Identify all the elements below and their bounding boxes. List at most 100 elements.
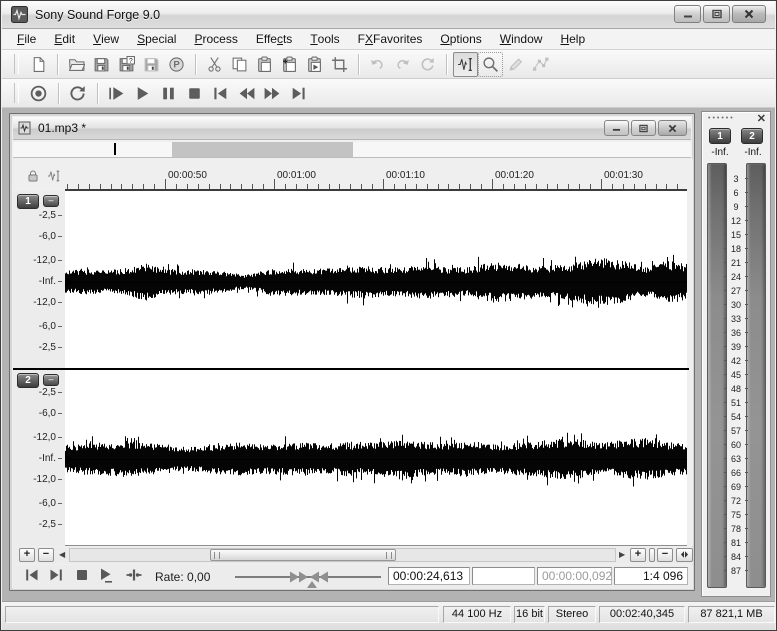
vertical-zoom-in-button[interactable]: + [19,548,35,562]
repeat-button[interactable] [415,52,440,77]
channel-2-button[interactable]: 2 [17,373,39,388]
save-as-button[interactable]: ? [114,52,139,77]
repeat-icon [419,56,436,73]
trim-crop-button[interactable] [327,52,352,77]
meters-grip-icon[interactable]: •••••• [708,115,735,122]
meter-scale-value: 30 [727,301,745,309]
publish-button[interactable]: P [164,52,189,77]
save-button[interactable] [89,52,114,77]
new-file-button[interactable] [26,52,51,77]
waveform-channel-1[interactable] [66,255,687,308]
document-title: 01.mp3 * [38,121,86,135]
maximize-button[interactable] [703,5,730,23]
overview-bar[interactable] [13,142,691,158]
meters-close-icon[interactable]: ✕ [757,112,766,126]
time-ruler[interactable]: 00:00:5000:01:0000:01:1000:01:2000:01:30 [65,159,687,191]
meter-channel-1-button[interactable]: 1 [709,128,731,144]
shuttle-slider[interactable] [235,565,381,589]
cut-button[interactable] [202,52,227,77]
loop-icon [68,84,87,103]
menu-tools[interactable]: Tools [301,29,348,49]
doc-restore-button[interactable] [631,120,656,136]
save-all-button[interactable] [139,52,164,77]
menu-file[interactable]: File [8,29,45,49]
copy-button[interactable] [227,52,252,77]
cursor-center-mini-button[interactable] [123,567,145,587]
ruler-tick [525,184,526,189]
zoom-out-time-button[interactable]: − [657,548,673,562]
record-button[interactable] [26,81,51,106]
selection-start-field[interactable] [472,567,535,585]
menu-special[interactable]: Special [128,29,185,49]
zoom-fit-button[interactable] [676,548,693,562]
paste-to-new-button[interactable] [302,52,327,77]
envelope-tool-button[interactable] [528,52,553,77]
menu-edit[interactable]: Edit [45,29,84,49]
paste-button[interactable] [252,52,277,77]
pencil-tool-button[interactable] [503,52,528,77]
ruler-tick [634,184,635,189]
selection-length-field[interactable]: 00:00:00,092 [537,567,612,585]
zoom-in-time-button[interactable]: + [630,548,646,562]
redo-button[interactable] [390,52,415,77]
minimize-button[interactable] [674,5,701,23]
close-button[interactable] [732,5,766,23]
channel-1-minimize-button[interactable]: – [43,195,59,207]
ruler-major-tick [274,179,275,189]
menu-view[interactable]: View [84,29,128,49]
forward-button[interactable] [260,81,285,106]
channel-divider[interactable] [13,368,689,370]
lock-icon[interactable] [26,169,40,188]
meter-scale-value: 84 [727,553,745,561]
stop-mini-button[interactable] [71,567,93,587]
play-all-button[interactable] [104,81,129,106]
loop-playback-button[interactable] [65,81,90,106]
menu-fx-favorites[interactable]: FX Favorites [349,29,432,49]
overview-visible-region[interactable] [172,142,353,157]
doc-close-button[interactable] [658,120,687,136]
meter-scale-value: 42 [727,357,745,365]
go-to-end-button[interactable] [286,81,311,106]
menu-process[interactable]: Process [185,29,246,49]
audio-file-icon [17,120,33,136]
channel-1-button[interactable]: 1 [17,194,39,209]
meter-bars-area[interactable]: 3691215182124273033363942454851545760636… [702,163,770,589]
menu-window[interactable]: Window [491,29,552,49]
play-button[interactable] [130,81,155,106]
meter-scale-value: 51 [727,399,745,407]
open-file-button[interactable] [64,52,89,77]
scroll-left-icon[interactable]: ◀ [59,550,65,560]
edit-tool-button[interactable] [453,52,478,77]
stop-button[interactable] [182,81,207,106]
go-to-start-button[interactable] [208,81,233,106]
vertical-zoom-out-button[interactable]: − [38,548,54,562]
go-to-end-mini-button[interactable] [45,567,67,587]
document-title-bar[interactable]: 01.mp3 * [13,117,691,140]
menu-effects[interactable]: Effects [247,29,301,49]
zoom-splitter[interactable] [649,548,655,562]
menu-options[interactable]: Options [431,29,490,49]
ruler-tick [372,184,373,189]
doc-minimize-button[interactable] [604,120,629,136]
meter-channel-2-button[interactable]: 2 [741,128,763,144]
shuttle-center-marker [307,581,317,588]
edit-tool-selector-icon[interactable] [47,169,61,188]
pause-button[interactable] [156,81,181,106]
zoom-ratio-field[interactable]: 1:4 096 [614,567,688,585]
scroll-right-icon[interactable]: ▶ [619,550,625,560]
menu-help[interactable]: Help [551,29,594,49]
rewind-button[interactable] [234,81,259,106]
play-normal-mini-button[interactable] [95,567,117,587]
magnify-tool-button[interactable] [478,52,503,77]
title-bar[interactable]: Sony Sound Forge 9.0 [2,1,775,29]
paste-mix-icon [281,56,298,73]
ruler-tick [547,184,548,189]
undo-button[interactable] [365,52,390,77]
go-to-start-mini-button[interactable] [21,567,43,587]
horizontal-scrollbar[interactable] [69,548,616,562]
mix-paste-button[interactable] [277,52,302,77]
channel-2-minimize-button[interactable]: – [43,374,59,386]
db-scale-label: -2,5 [22,519,56,531]
cursor-position-field[interactable]: 00:00:24,613 [388,567,470,585]
scrollbar-thumb[interactable] [210,549,396,561]
